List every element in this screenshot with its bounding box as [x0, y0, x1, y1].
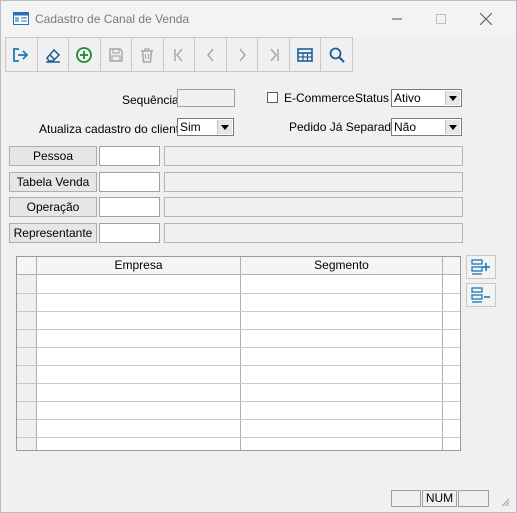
row-indicator-column	[17, 275, 37, 450]
grid-corner-header	[17, 257, 37, 275]
table-row[interactable]	[17, 419, 460, 420]
pedido-separado-select[interactable]: Não	[391, 118, 462, 136]
ecommerce-label: E-Commerce	[284, 91, 355, 105]
chevron-down-icon	[445, 120, 460, 134]
clear-button[interactable]	[36, 38, 69, 71]
first-icon	[174, 48, 183, 61]
grid-divider	[240, 275, 241, 450]
add-icon	[76, 46, 93, 63]
status-panel-caps	[391, 490, 421, 507]
maximize-icon	[436, 14, 446, 24]
empresa-segmento-grid[interactable]: Empresa Segmento	[16, 256, 461, 451]
save-icon	[109, 47, 123, 62]
pessoa-code-input[interactable]	[99, 146, 160, 166]
status-panel-num: NUM	[422, 490, 457, 507]
chevron-down-icon	[217, 120, 232, 134]
grid-divider	[36, 275, 37, 450]
pessoa-description-field	[164, 146, 463, 166]
title-bar: Cadastro de Canal de Venda	[1, 1, 516, 37]
chevron-down-icon	[445, 91, 460, 105]
toolbar	[5, 37, 353, 72]
remove-row-icon	[471, 287, 490, 303]
pedido-separado-value: Não	[394, 120, 417, 134]
table-view-button[interactable]	[288, 38, 321, 71]
table-row[interactable]	[17, 383, 460, 384]
search-icon	[329, 47, 345, 63]
table-row[interactable]	[17, 347, 460, 348]
atualiza-cadastro-label: Atualiza cadastro do cliente	[39, 122, 186, 136]
representante-description-field	[164, 223, 463, 243]
tabela-venda-description-field	[164, 172, 463, 192]
last-record-button[interactable]	[257, 38, 289, 71]
next-icon	[239, 48, 247, 61]
grid-divider	[442, 275, 443, 450]
exit-icon	[13, 47, 29, 62]
next-record-button[interactable]	[225, 38, 258, 71]
resize-grip-icon[interactable]	[500, 497, 510, 507]
close-icon	[480, 13, 492, 25]
status-value: Ativo	[394, 91, 421, 105]
maximize-button[interactable]	[419, 7, 463, 31]
representante-lookup-button[interactable]: Representante	[9, 223, 97, 243]
delete-button[interactable]	[131, 38, 163, 71]
first-record-button[interactable]	[162, 38, 195, 71]
table-row[interactable]	[17, 311, 460, 312]
column-header-empresa[interactable]: Empresa	[37, 257, 241, 275]
remove-row-button[interactable]	[466, 283, 496, 307]
table-row[interactable]	[17, 293, 460, 294]
ecommerce-checkbox[interactable]	[267, 92, 278, 103]
minimize-button[interactable]	[375, 7, 419, 31]
delete-icon	[141, 47, 154, 63]
grid-filler-header	[443, 257, 460, 275]
operacao-lookup-button[interactable]: Operação	[9, 197, 97, 217]
clear-icon	[45, 48, 60, 63]
atualiza-cadastro-value: Sim	[180, 120, 201, 134]
table-row[interactable]	[17, 401, 460, 402]
window: Cadastro de Canal de Venda Sequência E-C…	[0, 0, 517, 513]
atualiza-cadastro-select[interactable]: Sim	[177, 118, 234, 136]
table-row[interactable]	[17, 365, 460, 366]
add-button[interactable]	[68, 38, 100, 71]
save-button[interactable]	[99, 38, 132, 71]
last-icon	[270, 48, 279, 61]
operacao-code-input[interactable]	[99, 197, 160, 217]
tabela-venda-lookup-button[interactable]: Tabela Venda	[9, 172, 97, 192]
status-select[interactable]: Ativo	[391, 89, 462, 107]
table-row[interactable]	[17, 437, 460, 438]
operacao-description-field	[164, 197, 463, 217]
pedido-separado-label: Pedido Já Separado	[289, 120, 398, 134]
column-header-segmento[interactable]: Segmento	[241, 257, 443, 275]
previous-icon	[206, 48, 214, 61]
sequencia-label: Sequência	[122, 93, 179, 107]
add-row-button[interactable]	[466, 255, 496, 279]
status-panel-scroll	[458, 490, 489, 507]
sequencia-field[interactable]	[177, 89, 235, 107]
close-button[interactable]	[464, 7, 508, 31]
add-row-icon	[471, 259, 490, 275]
pessoa-lookup-button[interactable]: Pessoa	[9, 146, 97, 166]
status-label: Status	[355, 91, 390, 105]
table-row[interactable]	[17, 329, 460, 330]
table-view-icon	[297, 47, 313, 62]
representante-code-input[interactable]	[99, 223, 160, 243]
previous-record-button[interactable]	[194, 38, 226, 71]
tabela-venda-code-input[interactable]	[99, 172, 160, 192]
exit-button[interactable]	[5, 38, 37, 71]
minimize-icon	[392, 18, 402, 20]
search-button[interactable]	[320, 38, 352, 71]
window-title: Cadastro de Canal de Venda	[35, 12, 190, 26]
app-icon	[13, 12, 29, 25]
